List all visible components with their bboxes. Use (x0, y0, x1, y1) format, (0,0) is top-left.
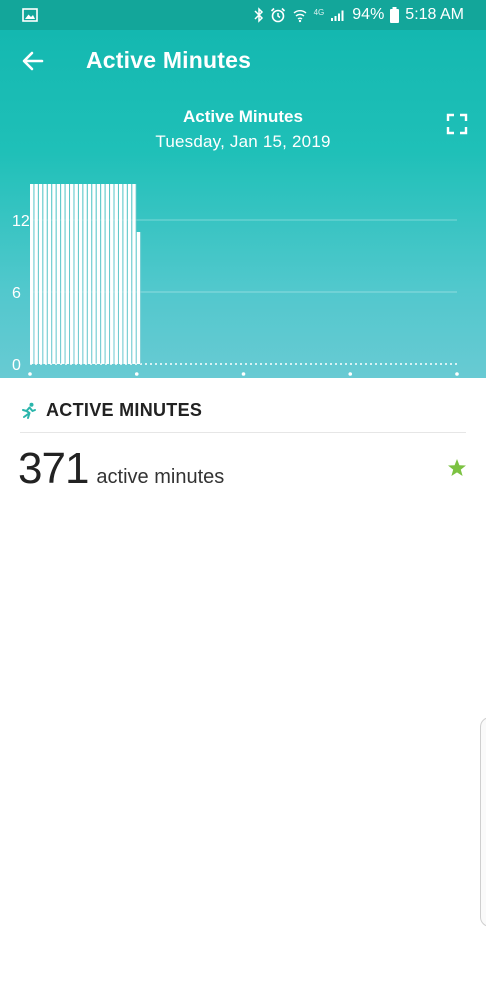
signal-strength-icon (331, 10, 344, 21)
chart-header: Active Minutes Active Minutes Tuesday, J… (0, 30, 486, 378)
chart-bar (114, 184, 118, 364)
active-minutes-chart: 0612AMNOONPM (0, 170, 486, 380)
chart-bar-separator (126, 184, 128, 364)
x-tick-dot (134, 372, 139, 376)
chart-bar (136, 232, 141, 364)
battery-icon (390, 7, 400, 23)
chart-bar (96, 184, 101, 364)
status-bar: 4G 94% 5:18 AM (0, 0, 486, 30)
chart-bar-separator (60, 184, 62, 364)
chart-bar-separator (33, 184, 35, 364)
chart-bar (38, 184, 43, 364)
y-tick-label: 0 (12, 357, 21, 374)
network-type-label: 4G (313, 7, 325, 17)
chart-bar (34, 184, 38, 364)
goal-star-icon (448, 459, 466, 476)
chart-bar-separator (73, 184, 75, 364)
x-tick-dot (28, 372, 32, 376)
chart-bar (123, 184, 127, 364)
chart-bar (105, 184, 110, 364)
gallery-notification-icon (22, 8, 38, 22)
chart-bar-separator (69, 184, 71, 364)
chart-bar-separator (86, 184, 88, 364)
chart-bar-separator (113, 184, 115, 364)
chart-bar (56, 184, 61, 364)
metric-value: 371 (18, 444, 89, 493)
chart-bar-separator (37, 184, 39, 364)
running-figure-icon (22, 402, 36, 419)
chart-bar-separator (82, 184, 84, 364)
metric-unit: active minutes (96, 466, 225, 488)
chart-bar (47, 184, 52, 364)
chart-bar-separator (117, 184, 119, 364)
chart-bar (87, 184, 92, 364)
chart-bar-separator (55, 184, 57, 364)
chart-bar (65, 184, 70, 364)
chart-bar-separator (77, 184, 79, 364)
chart-bar-separator (140, 232, 142, 364)
chart-bar (110, 184, 114, 364)
chart-bar-separator (91, 184, 93, 364)
x-tick-dot (241, 372, 246, 376)
chart-bar-separator (51, 184, 53, 364)
edge-panel-handle[interactable] (480, 717, 486, 927)
chart-bar-separator (122, 184, 124, 364)
chart-bar (127, 184, 132, 364)
x-tick-dot (455, 372, 459, 376)
chart-bar-separator (42, 184, 44, 364)
chart-bar-separator (131, 184, 133, 364)
chart-bar (132, 184, 136, 364)
chart-bar-separator (46, 184, 48, 364)
chart-date: Tuesday, Jan 15, 2019 (155, 132, 331, 151)
y-tick-label: 12 (12, 213, 30, 230)
chart-bar (78, 184, 83, 364)
chart-title: Active Minutes (183, 107, 303, 126)
page-title: Active Minutes (86, 47, 252, 73)
chart-bar (92, 184, 96, 364)
bluetooth-icon (254, 7, 263, 23)
chart-bar-separator (100, 184, 102, 364)
chart-bar (52, 184, 56, 364)
back-arrow-icon[interactable] (20, 48, 46, 74)
chart-bar (118, 184, 123, 364)
section-divider (20, 432, 466, 433)
chart-bar (43, 184, 47, 364)
chart-bar-separator (104, 184, 106, 364)
chart-bar-separator (95, 184, 97, 364)
active-minutes-total: 371 active minutes (18, 444, 224, 494)
chart-bar (74, 184, 78, 364)
chart-canvas: 0612AMNOONPM (12, 184, 459, 376)
chart-bar-separator (64, 184, 66, 364)
section-title: ACTIVE MINUTES (46, 400, 203, 420)
chart-bar (101, 184, 105, 364)
battery-percent: 94% (352, 6, 385, 23)
chart-bar (30, 184, 34, 364)
chart-bar (70, 184, 74, 364)
chart-bar-separator (135, 184, 137, 364)
section-header: ACTIVE MINUTES (20, 400, 202, 421)
chart-bar-separator (109, 184, 111, 364)
alarm-icon (270, 7, 285, 23)
chart-bar (61, 184, 65, 364)
x-tick-dot (348, 372, 353, 376)
clock-time: 5:18 AM (405, 6, 464, 23)
wifi-icon (293, 10, 307, 23)
fullscreen-icon[interactable] (446, 113, 468, 135)
chart-bar (83, 184, 87, 364)
y-tick-label: 6 (12, 285, 21, 302)
